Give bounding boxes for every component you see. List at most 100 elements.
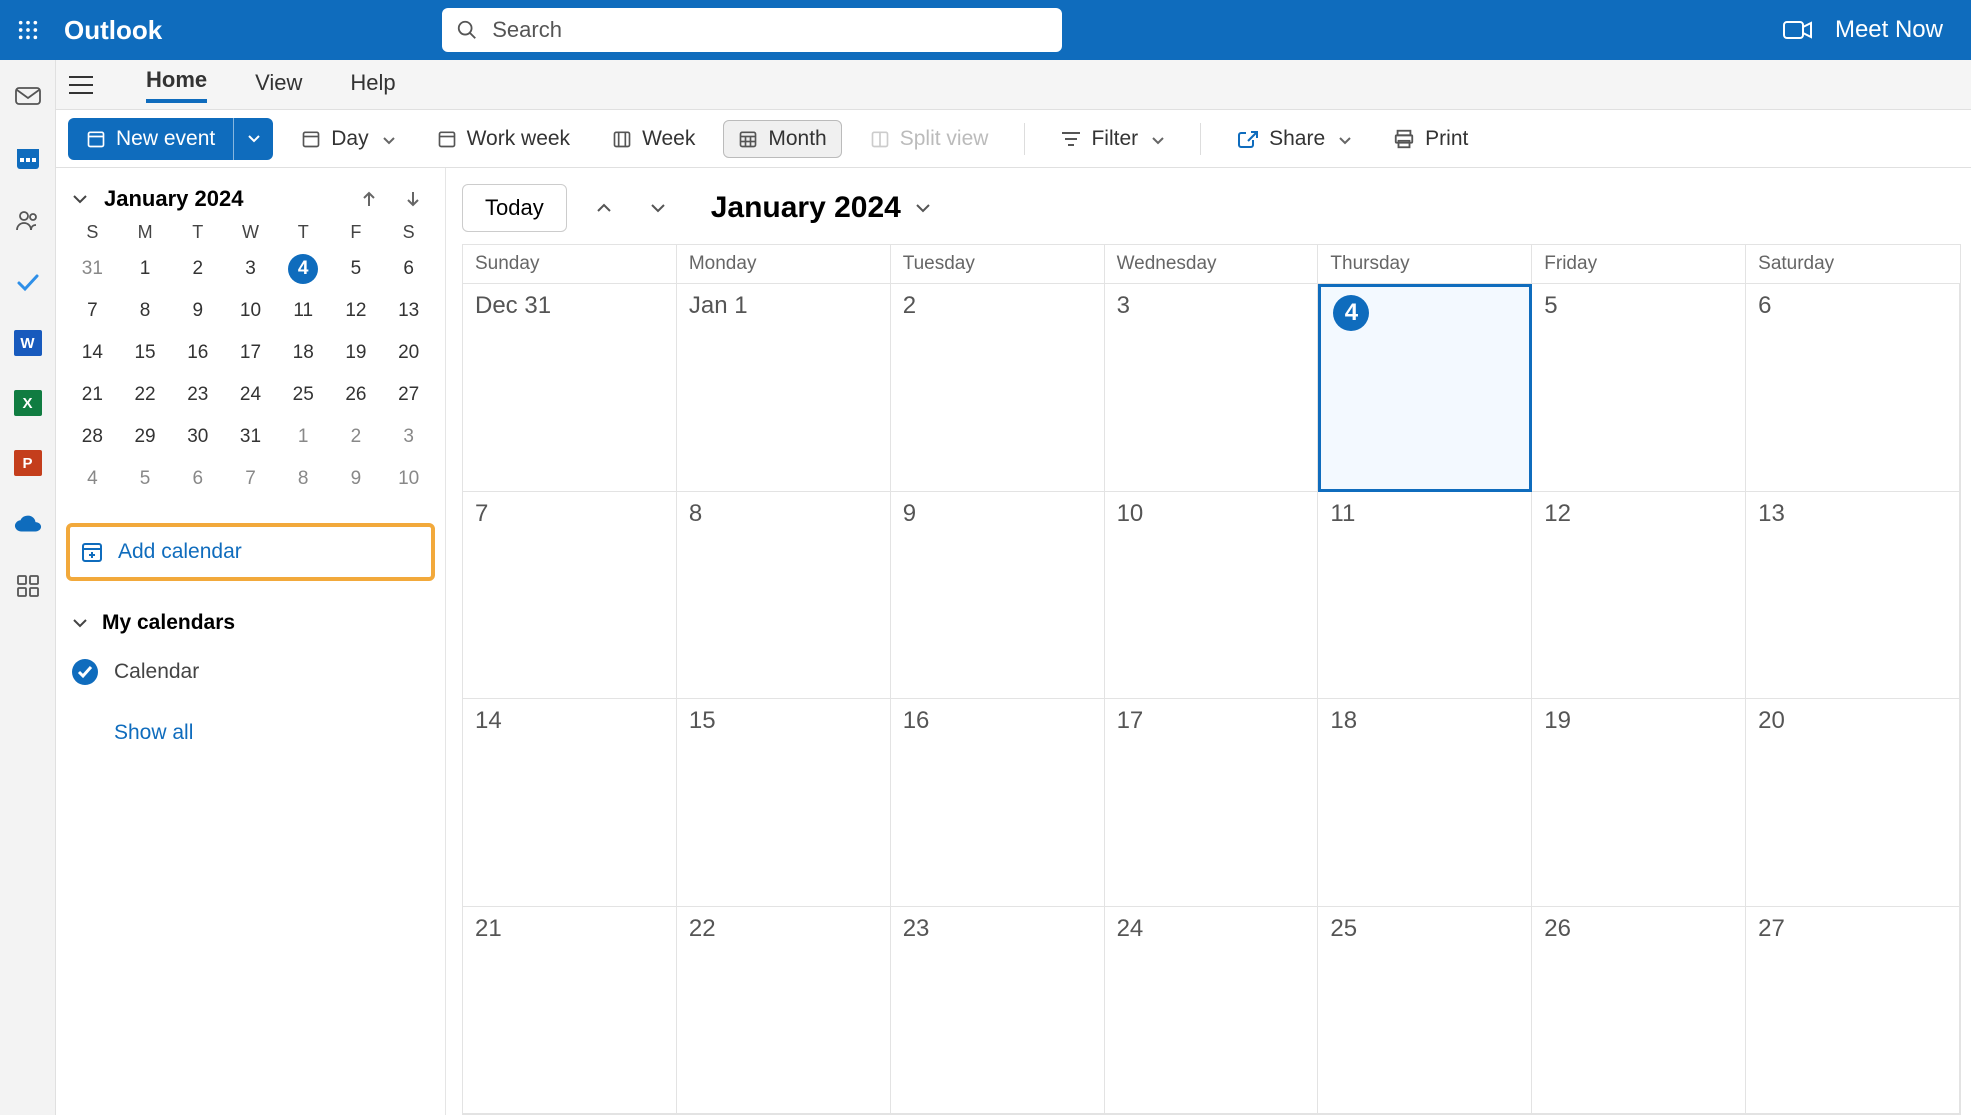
mini-date-cell[interactable]: 10 [382, 463, 435, 495]
print-button[interactable]: Print [1379, 121, 1482, 157]
mini-date-cell[interactable]: 5 [330, 253, 383, 285]
my-calendars-toggle[interactable]: My calendars [66, 611, 435, 635]
mini-date-cell[interactable]: 1 [119, 253, 172, 285]
new-event-dropdown[interactable] [233, 118, 273, 160]
calendar-day-cell[interactable]: 5 [1532, 284, 1746, 492]
app-title[interactable]: Outlook [64, 15, 162, 46]
mini-date-cell[interactable]: 7 [224, 463, 277, 495]
share-button[interactable]: Share [1223, 121, 1365, 157]
filter-button[interactable]: Filter [1047, 121, 1178, 157]
mini-date-cell[interactable]: 9 [171, 295, 224, 327]
view-month-button[interactable]: Month [723, 120, 841, 158]
show-all-link[interactable]: Show all [114, 721, 435, 745]
calendar-day-cell[interactable]: 2 [891, 284, 1105, 492]
tab-view[interactable]: View [255, 70, 302, 100]
mini-date-cell[interactable]: 27 [382, 379, 435, 411]
calendar-day-cell[interactable]: 23 [891, 907, 1105, 1115]
search-input[interactable]: Search [442, 8, 1062, 52]
calendar-day-cell[interactable]: 18 [1318, 699, 1532, 907]
mini-date-cell[interactable]: 10 [224, 295, 277, 327]
app-launcher-icon[interactable] [12, 14, 44, 46]
mini-date-cell[interactable]: 2 [171, 253, 224, 285]
mini-prev-month-button[interactable] [353, 190, 385, 208]
mini-date-cell-today[interactable]: 4 [277, 253, 330, 285]
prev-period-button[interactable] [587, 202, 621, 214]
calendar-day-cell[interactable]: 7 [463, 492, 677, 700]
more-apps-icon[interactable] [14, 572, 42, 600]
todo-icon[interactable] [14, 268, 42, 296]
mini-date-cell[interactable]: 26 [330, 379, 383, 411]
calendar-list-item[interactable]: Calendar [66, 659, 435, 685]
view-week-button[interactable]: Week [598, 121, 709, 157]
next-period-button[interactable] [641, 202, 675, 214]
onedrive-icon[interactable] [14, 510, 42, 538]
chevron-down-icon[interactable] [72, 193, 88, 205]
tab-home[interactable]: Home [146, 67, 207, 103]
hamburger-icon[interactable] [68, 75, 94, 95]
mini-date-cell[interactable]: 13 [382, 295, 435, 327]
calendar-day-cell[interactable]: 6 [1746, 284, 1960, 492]
calendar-day-cell[interactable]: 10 [1105, 492, 1319, 700]
calendar-icon[interactable] [14, 144, 42, 172]
calendar-day-cell[interactable]: 16 [891, 699, 1105, 907]
mini-date-cell[interactable]: 3 [382, 421, 435, 453]
mini-date-cell[interactable]: 25 [277, 379, 330, 411]
mini-date-cell[interactable]: 31 [224, 421, 277, 453]
calendar-day-cell-today[interactable]: 4 [1318, 284, 1532, 492]
mini-date-cell[interactable]: 17 [224, 337, 277, 369]
calendar-day-cell[interactable]: 15 [677, 699, 891, 907]
calendar-day-cell[interactable]: 22 [677, 907, 891, 1115]
mini-date-cell[interactable]: 7 [66, 295, 119, 327]
mini-date-cell[interactable]: 3 [224, 253, 277, 285]
calendar-day-cell[interactable]: Dec 31 [463, 284, 677, 492]
date-range-picker[interactable]: January 2024 [711, 191, 931, 225]
mini-next-month-button[interactable] [397, 190, 429, 208]
mini-date-cell[interactable]: 24 [224, 379, 277, 411]
camera-icon[interactable] [1783, 19, 1813, 41]
mini-date-cell[interactable]: 9 [330, 463, 383, 495]
excel-icon[interactable]: X [14, 390, 42, 416]
mail-icon[interactable] [14, 82, 42, 110]
word-icon[interactable]: W [14, 330, 42, 356]
mini-date-cell[interactable]: 28 [66, 421, 119, 453]
calendar-day-cell[interactable]: 14 [463, 699, 677, 907]
mini-date-cell[interactable]: 12 [330, 295, 383, 327]
view-work-week-button[interactable]: Work week [423, 121, 584, 157]
calendar-day-cell[interactable]: 26 [1532, 907, 1746, 1115]
mini-date-cell[interactable]: 6 [171, 463, 224, 495]
mini-date-cell[interactable]: 16 [171, 337, 224, 369]
mini-date-cell[interactable]: 14 [66, 337, 119, 369]
mini-date-cell[interactable]: 18 [277, 337, 330, 369]
meet-now-button[interactable]: Meet Now [1835, 16, 1943, 44]
mini-date-cell[interactable]: 8 [119, 295, 172, 327]
calendar-day-cell[interactable]: 25 [1318, 907, 1532, 1115]
calendar-day-cell[interactable]: 11 [1318, 492, 1532, 700]
calendar-day-cell[interactable]: 27 [1746, 907, 1960, 1115]
mini-date-cell[interactable]: 20 [382, 337, 435, 369]
calendar-day-cell[interactable]: 19 [1532, 699, 1746, 907]
calendar-day-cell[interactable]: 17 [1105, 699, 1319, 907]
calendar-day-cell[interactable]: 21 [463, 907, 677, 1115]
mini-date-cell[interactable]: 31 [66, 253, 119, 285]
mini-date-cell[interactable]: 29 [119, 421, 172, 453]
mini-date-cell[interactable]: 6 [382, 253, 435, 285]
calendar-day-cell[interactable]: 20 [1746, 699, 1960, 907]
today-button[interactable]: Today [462, 184, 567, 232]
mini-date-cell[interactable]: 8 [277, 463, 330, 495]
calendar-day-cell[interactable]: 9 [891, 492, 1105, 700]
calendar-day-cell[interactable]: 12 [1532, 492, 1746, 700]
mini-date-cell[interactable]: 22 [119, 379, 172, 411]
mini-date-cell[interactable]: 1 [277, 421, 330, 453]
calendar-checkbox-checked-icon[interactable] [72, 659, 98, 685]
tab-help[interactable]: Help [350, 70, 395, 100]
calendar-day-cell[interactable]: 3 [1105, 284, 1319, 492]
mini-date-cell[interactable]: 30 [171, 421, 224, 453]
people-icon[interactable] [14, 206, 42, 234]
add-calendar-button[interactable]: Add calendar [66, 523, 435, 581]
mini-date-cell[interactable]: 21 [66, 379, 119, 411]
mini-date-cell[interactable]: 11 [277, 295, 330, 327]
view-day-button[interactable]: Day [287, 121, 408, 157]
calendar-day-cell[interactable]: Jan 1 [677, 284, 891, 492]
calendar-day-cell[interactable]: 24 [1105, 907, 1319, 1115]
powerpoint-icon[interactable]: P [14, 450, 42, 476]
